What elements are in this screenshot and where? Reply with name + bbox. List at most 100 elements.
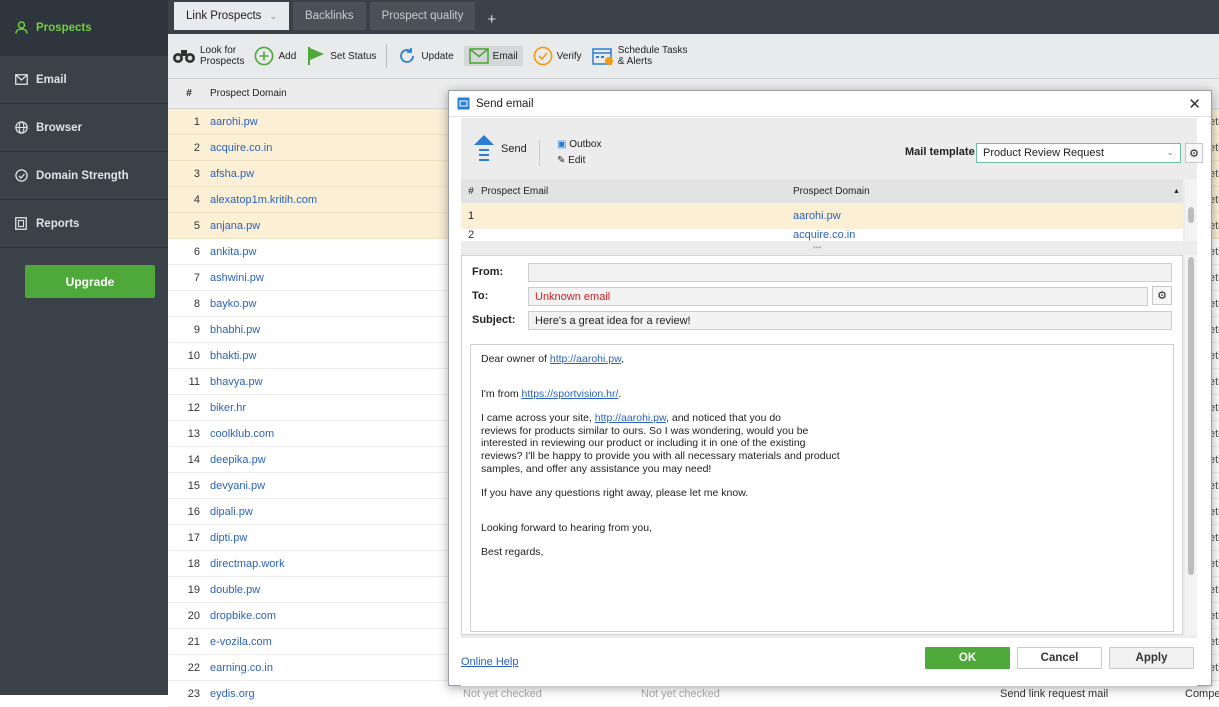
upgrade-button[interactable]: Upgrade <box>25 265 155 298</box>
from-field[interactable] <box>528 262 1172 282</box>
row-number: 21 <box>187 635 200 648</box>
prospect-domain[interactable]: alexatop1m.kritih.com <box>210 194 450 206</box>
set-status-button[interactable]: Set Status <box>306 46 376 66</box>
column-header-num[interactable]: # <box>168 88 210 99</box>
schedule-tasks-button[interactable]: Schedule Tasks & Alerts <box>591 45 688 67</box>
add-tab-icon[interactable]: + <box>479 11 504 28</box>
row-number: 17 <box>187 531 200 544</box>
prospect-domain[interactable]: anjana.pw <box>210 220 450 232</box>
row-number: 23 <box>187 687 200 700</box>
row-number: 4 <box>193 193 200 206</box>
compose-scrollbar[interactable] <box>1185 255 1197 635</box>
prospect-domain[interactable]: devyani.pw <box>210 480 450 492</box>
apply-button[interactable]: Apply <box>1109 647 1194 669</box>
sidebar-item-domain-strength[interactable]: Domain Strength <box>0 152 168 200</box>
subject-label: Subject: <box>472 314 516 326</box>
column-header-domain[interactable]: Prospect Domain <box>793 186 1173 197</box>
online-help-link[interactable]: Online Help <box>461 656 518 668</box>
prospect-email <box>481 229 793 241</box>
scrollbar-thumb[interactable] <box>1188 207 1194 223</box>
prospect-domain[interactable]: coolklub.com <box>210 428 450 440</box>
prospect-domain[interactable]: biker.hr <box>210 402 450 414</box>
prospect-link[interactable]: http://aarohi.pw <box>550 353 621 365</box>
recipient-settings-button[interactable]: ⚙ <box>1152 286 1172 305</box>
prospect-domain[interactable]: deepika.pw <box>210 454 450 466</box>
sender-link[interactable]: https://sportvision.hr/ <box>522 388 619 400</box>
body-text: reviews? I'll be happy to provide you wi… <box>481 449 840 462</box>
prospect-domain[interactable]: ashwini.pw <box>210 272 450 284</box>
template-settings-button[interactable]: ⚙ <box>1185 143 1203 163</box>
row-number: 19 <box>187 583 200 596</box>
prospect-domain[interactable]: directmap.work <box>210 558 450 570</box>
row-number: 5 <box>193 219 200 232</box>
row-number: 10 <box>187 349 200 362</box>
outbox-button[interactable]: ▣ Outbox <box>557 137 601 153</box>
splitter-handle[interactable]: ••• <box>813 243 821 252</box>
prospect-domain[interactable]: aarohi.pw <box>210 116 450 128</box>
tab-prospect-quality[interactable]: Prospect quality <box>369 2 476 30</box>
mail-compose-area: From: To: Unknown email ⚙ Subject: Here'… <box>461 255 1183 635</box>
sidebar-item-label: Domain Strength <box>36 169 129 182</box>
schedule-label-1: Schedule Tasks <box>617 45 688 56</box>
recipients-scrollbar[interactable] <box>1185 179 1197 241</box>
column-header-email[interactable]: Prospect Email <box>481 186 793 197</box>
to-field[interactable]: Unknown email <box>528 286 1148 306</box>
dialog-footer: Online Help OK Cancel Apply <box>461 638 1197 686</box>
column-header-num[interactable]: # <box>461 186 481 197</box>
prospect-domain[interactable]: earning.co.in <box>210 662 450 674</box>
cell-c3: Send link request mail <box>1000 687 1109 700</box>
prospect-domain[interactable]: bhabhi.pw <box>210 324 450 336</box>
ok-button[interactable]: OK <box>925 647 1010 669</box>
sidebar-item-reports[interactable]: Reports <box>0 200 168 248</box>
prospect-domain[interactable]: dipti.pw <box>210 532 450 544</box>
subject-field[interactable]: Here's a great idea for a review! <box>528 310 1172 330</box>
send-button[interactable]: Send <box>473 134 527 164</box>
prospect-domain[interactable]: dipali.pw <box>210 506 450 518</box>
close-icon[interactable]: ✕ <box>1188 95 1201 113</box>
add-button[interactable]: Add <box>254 46 296 66</box>
prospect-domain[interactable]: bayko.pw <box>210 298 450 310</box>
tab-bar: Link Prospects ⌄ Backlinks Prospect qual… <box>168 0 1219 34</box>
table-row[interactable]: 1 aarohi.pw <box>461 203 1183 229</box>
prospect-domain[interactable]: ankita.pw <box>210 246 450 258</box>
look-for-label: Look for <box>200 45 237 56</box>
prospect-link[interactable]: http://aarohi.pw <box>595 412 666 424</box>
from-row: From: <box>462 262 1172 282</box>
greeting-paragraph: Dear owner of http://aarohi.pw, <box>481 353 1163 366</box>
signoff-line: Best regards, <box>481 546 544 559</box>
chevron-down-icon[interactable]: ⌄ <box>269 11 277 22</box>
sidebar-item-email[interactable]: Email <box>0 56 168 104</box>
prospect-domain[interactable]: acquire.co.in <box>210 142 450 154</box>
column-header-domain[interactable]: Prospect Domain <box>210 88 488 99</box>
prospect-domain[interactable]: e-vozila.com <box>210 636 450 648</box>
row-number: 18 <box>187 557 200 570</box>
tab-backlinks[interactable]: Backlinks <box>292 2 366 30</box>
row-number: 14 <box>187 453 200 466</box>
row-number: 2 <box>193 141 200 154</box>
edit-button[interactable]: ✎ Edit <box>557 153 601 169</box>
dialog-content: Send ▣ Outbox ✎ Edit Mail template Produ… <box>461 118 1203 686</box>
prospect-domain[interactable]: afsha.pw <box>210 168 450 180</box>
sidebar-item-browser[interactable]: Browser <box>0 104 168 152</box>
prospect-domain[interactable]: bhakti.pw <box>210 350 450 362</box>
update-button[interactable]: Update <box>397 46 454 66</box>
email-button[interactable]: Email <box>463 46 523 66</box>
email-body-editor[interactable]: Dear owner of http://aarohi.pw, I'm from… <box>470 344 1174 632</box>
cancel-button[interactable]: Cancel <box>1017 647 1102 669</box>
prospect-domain[interactable]: eydis.org <box>210 688 450 700</box>
prospect-domain[interactable]: bhavya.pw <box>210 376 450 388</box>
tab-label: Link Prospects <box>186 10 262 22</box>
body-text: . <box>618 387 622 400</box>
closing-line: Looking forward to hearing from you, <box>481 521 653 534</box>
prospect-domain[interactable]: double.pw <box>210 584 450 596</box>
edit-label: Edit <box>568 155 586 166</box>
table-row[interactable]: 2 acquire.co.in <box>461 229 1183 241</box>
scrollbar-thumb[interactable] <box>1188 257 1194 575</box>
prospect-domain[interactable]: dropbike.com <box>210 610 450 622</box>
verify-button[interactable]: Verify <box>533 46 582 66</box>
tab-link-prospects[interactable]: Link Prospects ⌄ <box>174 2 289 30</box>
sidebar-item-prospects[interactable]: Prospects <box>0 0 168 56</box>
row-number: 13 <box>187 427 200 440</box>
mail-template-select[interactable]: Product Review Request ⌄ <box>976 143 1181 163</box>
look-for-prospects-button[interactable]: Look for Prospects <box>172 45 244 67</box>
